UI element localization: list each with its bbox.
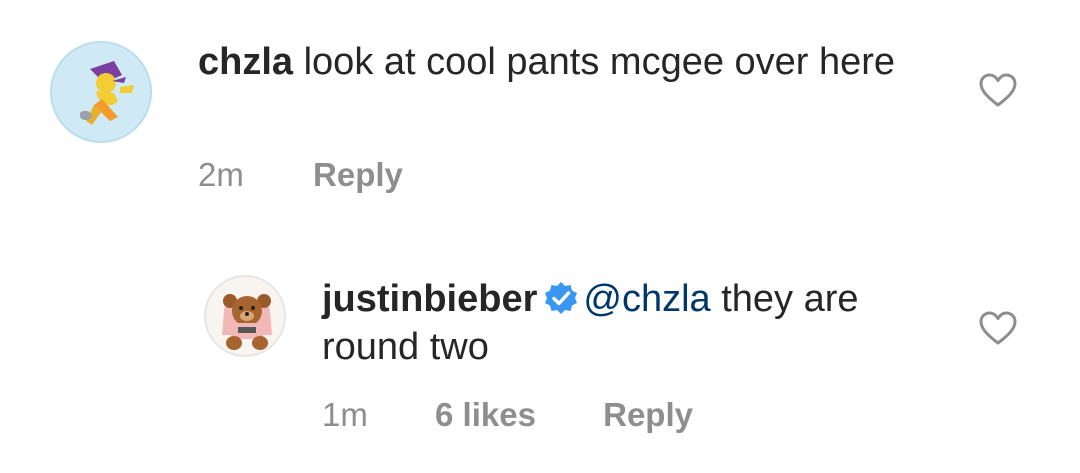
verified-badge-icon bbox=[545, 282, 578, 314]
comment-text-chzla: chzla look at cool pants mcgee over here bbox=[198, 38, 898, 86]
like-heart-icon[interactable] bbox=[978, 72, 1018, 108]
reply-button[interactable]: Reply bbox=[313, 156, 403, 194]
comment-time: 1m bbox=[322, 396, 368, 433]
cartoon-superhero-avatar-icon bbox=[52, 43, 150, 141]
reply-button[interactable]: Reply bbox=[603, 396, 693, 434]
username-justinbieber[interactable]: justinbieber bbox=[322, 278, 537, 320]
comment-meta-chzla: 2m Reply bbox=[198, 156, 403, 194]
comment-body: look at cool pants mcgee over here bbox=[303, 41, 896, 83]
like-heart-icon[interactable] bbox=[978, 310, 1018, 346]
avatar-chzla[interactable] bbox=[50, 41, 152, 143]
avatar-justinbieber[interactable] bbox=[204, 275, 286, 357]
comment-text-justinbieber: justinbieber @chzla they are round two bbox=[322, 275, 942, 371]
comment-time: 2m bbox=[198, 156, 244, 193]
likes-count[interactable]: 6 likes bbox=[435, 396, 536, 434]
username-chzla[interactable]: chzla bbox=[198, 41, 293, 83]
comment-justinbieber: justinbieber @chzla they are round two 1… bbox=[0, 240, 1080, 473]
teddy-bear-avatar-icon bbox=[206, 277, 284, 355]
comment-meta-justinbieber: 1m 6 likes Reply bbox=[322, 396, 693, 434]
comment-chzla: chzla look at cool pants mcgee over here… bbox=[0, 0, 1080, 220]
mention-link[interactable]: @chzla bbox=[583, 278, 710, 320]
